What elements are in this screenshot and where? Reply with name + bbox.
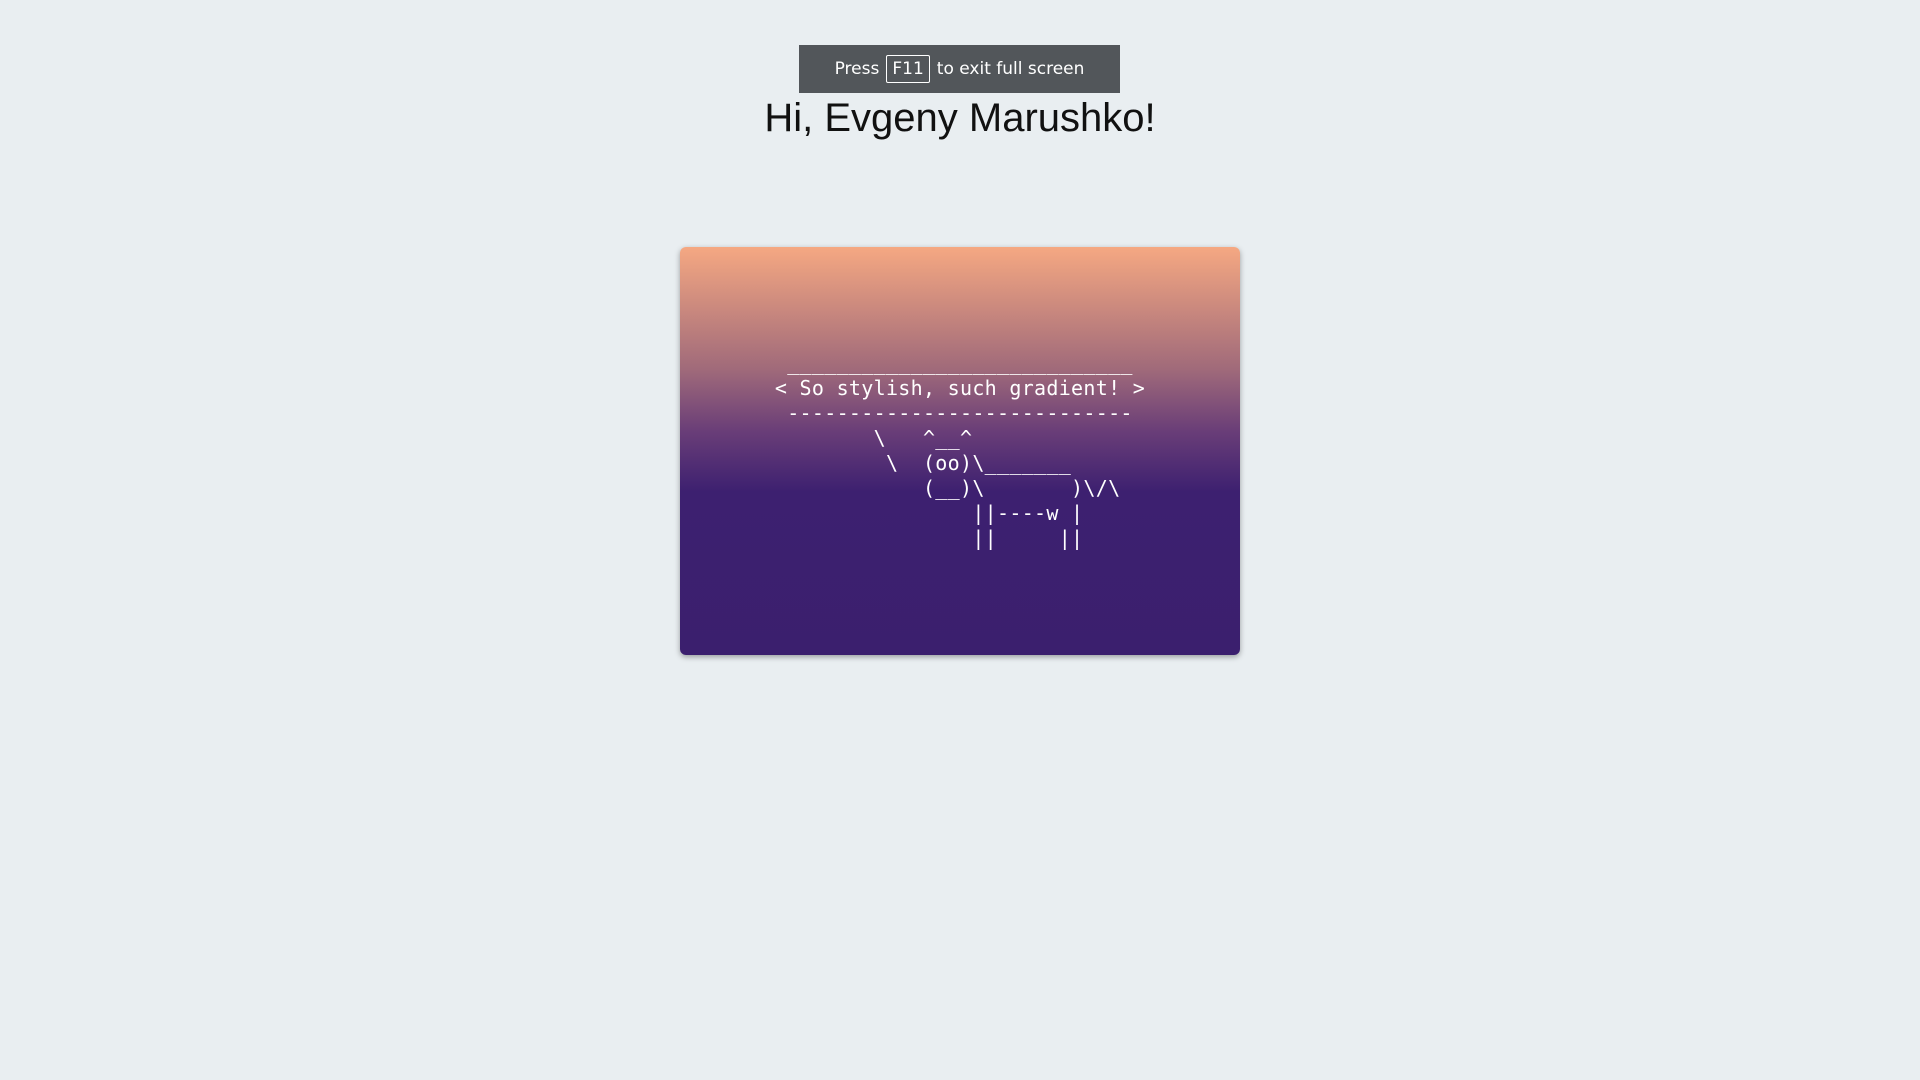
f11-key-badge: F11 [886,55,930,83]
cowsay-ascii-art: ____________________________ < So stylis… [774,351,1146,550]
greeting-heading: Hi, Evgeny Marushko! [764,96,1156,140]
fullscreen-notice-suffix: to exit full screen [936,59,1085,79]
fullscreen-exit-notice: Press F11 to exit full screen [799,45,1120,93]
gradient-card: ____________________________ < So stylis… [680,247,1240,655]
fullscreen-notice-prefix: Press [834,59,880,79]
